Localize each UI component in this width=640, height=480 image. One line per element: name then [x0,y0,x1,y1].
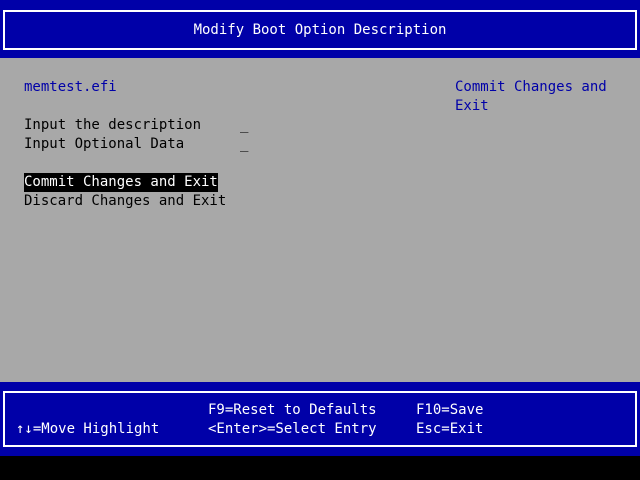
footer-bar: ↑↓=Move Highlight F9=Reset to Defaults <… [0,382,640,456]
description-input[interactable]: _ [240,116,248,135]
page-title: Modify Boot Option Description [193,22,447,38]
help-text-line-2: Exit [455,98,489,114]
exit-hint: Esc=Exit [416,421,484,437]
bottom-margin [0,456,640,480]
reset-defaults-hint: F9=Reset to Defaults [208,402,377,418]
save-hint: F10=Save [416,402,484,418]
optional-data-field-label: Input Optional Data [24,136,185,152]
description-field-label: Input the description [24,117,202,133]
move-highlight-hint: ↑↓=Move Highlight [16,421,160,437]
help-text-line-1: Commit Changes and [455,79,607,95]
select-entry-hint: <Enter>=Select Entry [208,421,377,437]
bios-screen: Modify Boot Option Description memtest.e… [0,0,640,480]
boot-option-file-name: memtest.efi [24,79,117,95]
footer-frame: ↑↓=Move Highlight F9=Reset to Defaults <… [3,391,637,447]
header-frame: Modify Boot Option Description [3,10,637,50]
discard-changes-and-exit-item[interactable]: Discard Changes and Exit [24,192,226,211]
header-bar: Modify Boot Option Description [0,0,640,58]
main-panel: memtest.efi Input the description _ Inpu… [0,58,640,382]
commit-changes-and-exit-item[interactable]: Commit Changes and Exit [24,173,218,192]
optional-data-input[interactable]: _ [240,135,248,154]
